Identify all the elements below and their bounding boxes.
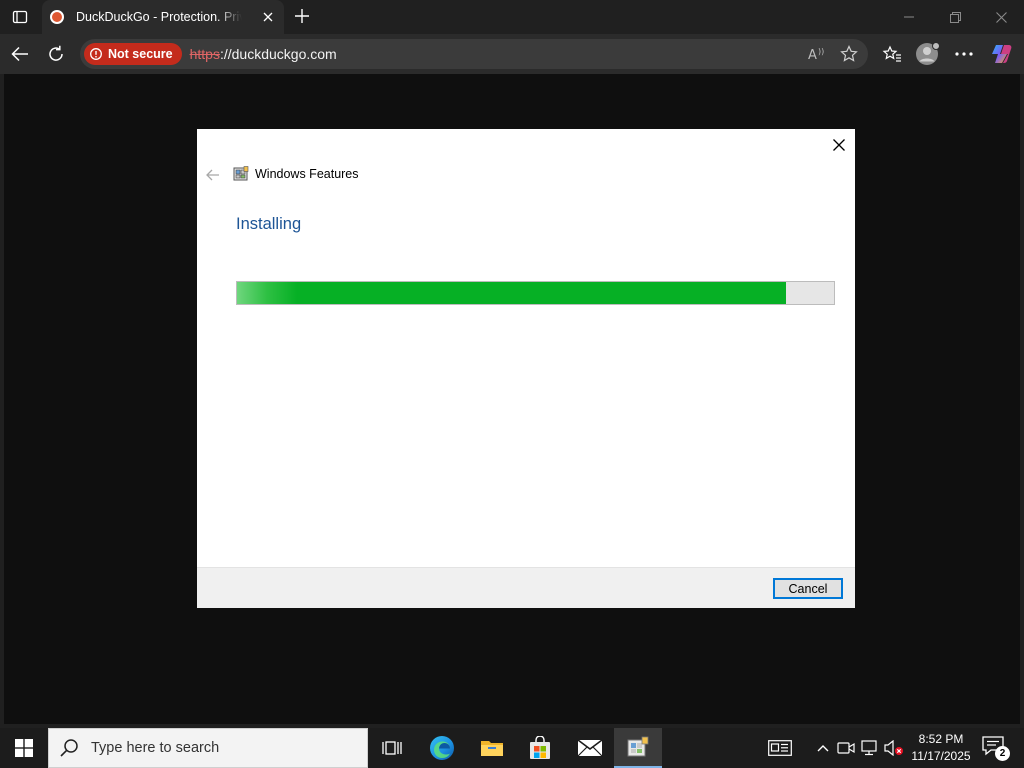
not-secure-label: Not secure (108, 47, 173, 61)
install-progress-bar (236, 281, 835, 305)
dialog-title: Windows Features (255, 167, 359, 181)
taskbar: Type here to search 8:52 PM 11/17/2025 2 (0, 728, 1024, 768)
windows-features-dialog: Windows Features Installing Cancel (197, 129, 855, 608)
not-secure-badge[interactable]: Not secure (84, 43, 182, 65)
notification-count-badge: 2 (995, 746, 1010, 761)
clock-time: 8:52 PM (918, 732, 964, 746)
volume-muted-icon[interactable] (884, 738, 904, 758)
tab-actions-icon[interactable] (8, 6, 32, 28)
installing-heading: Installing (236, 215, 302, 233)
clock-date: 11/17/2025 (911, 749, 971, 763)
mail-icon[interactable] (566, 728, 614, 768)
file-explorer-icon[interactable] (468, 728, 516, 768)
svg-text:)): )) (818, 47, 824, 56)
taskbar-clock[interactable]: 8:52 PM 11/17/2025 (906, 731, 976, 765)
svg-text:A: A (808, 48, 817, 62)
network-icon[interactable] (860, 738, 880, 758)
browser-titlebar: DuckDuckGo - Protection. Privacy. Peace … (0, 0, 1024, 34)
show-hidden-icons-chevron-icon[interactable] (813, 738, 833, 758)
back-arrow-icon[interactable] (6, 40, 34, 68)
browser-toolbar: Not secure https://duckduckgo.com A)) (0, 34, 1024, 74)
dialog-footer: Cancel (197, 567, 855, 608)
notification-center-icon[interactable]: 2 (982, 736, 1010, 761)
task-view-icon[interactable] (368, 728, 416, 768)
tab-title: DuckDuckGo - Protection. Privacy. Peace … (76, 10, 242, 24)
install-progress-fill (237, 282, 787, 304)
new-tab-plus-icon[interactable] (292, 6, 312, 26)
warning-shield-icon (90, 48, 102, 60)
close-window-icon[interactable] (978, 0, 1024, 34)
read-aloud-icon[interactable]: A)) (807, 44, 827, 64)
copilot-icon[interactable] (988, 40, 1016, 68)
duckduckgo-favicon-icon (50, 10, 64, 24)
url-host: ://duckduckgo.com (219, 46, 337, 62)
favorites-collection-icon[interactable] (878, 40, 906, 68)
meet-now-camera-icon[interactable] (836, 738, 856, 758)
search-placeholder: Type here to search (91, 740, 220, 756)
start-windows-icon[interactable] (0, 728, 48, 768)
news-widget-icon[interactable] (767, 738, 793, 758)
windows-features-taskbar-icon[interactable] (614, 728, 662, 768)
url-text[interactable]: https://duckduckgo.com (190, 46, 337, 62)
cancel-button[interactable]: Cancel (773, 578, 843, 599)
restore-icon[interactable] (932, 0, 978, 34)
browser-tab[interactable]: DuckDuckGo - Protection. Privacy. Peace … (42, 0, 284, 34)
url-scheme: https (189, 46, 220, 62)
more-options-icon[interactable] (950, 40, 978, 68)
taskbar-search-input[interactable]: Type here to search (48, 728, 368, 768)
refresh-icon[interactable] (42, 40, 70, 68)
dialog-back-arrow-icon[interactable] (205, 167, 221, 183)
address-bar[interactable]: Not secure https://duckduckgo.com A)) (80, 39, 868, 69)
windows-features-app-icon (233, 166, 249, 181)
dialog-close-icon[interactable] (829, 135, 849, 155)
tab-close-icon[interactable] (260, 9, 276, 25)
microsoft-store-icon[interactable] (516, 728, 564, 768)
minimize-icon[interactable] (886, 0, 932, 34)
favorite-star-icon[interactable] (839, 44, 859, 64)
edge-browser-icon[interactable] (418, 728, 466, 768)
search-icon (60, 739, 78, 757)
profile-avatar-icon[interactable] (914, 40, 942, 68)
